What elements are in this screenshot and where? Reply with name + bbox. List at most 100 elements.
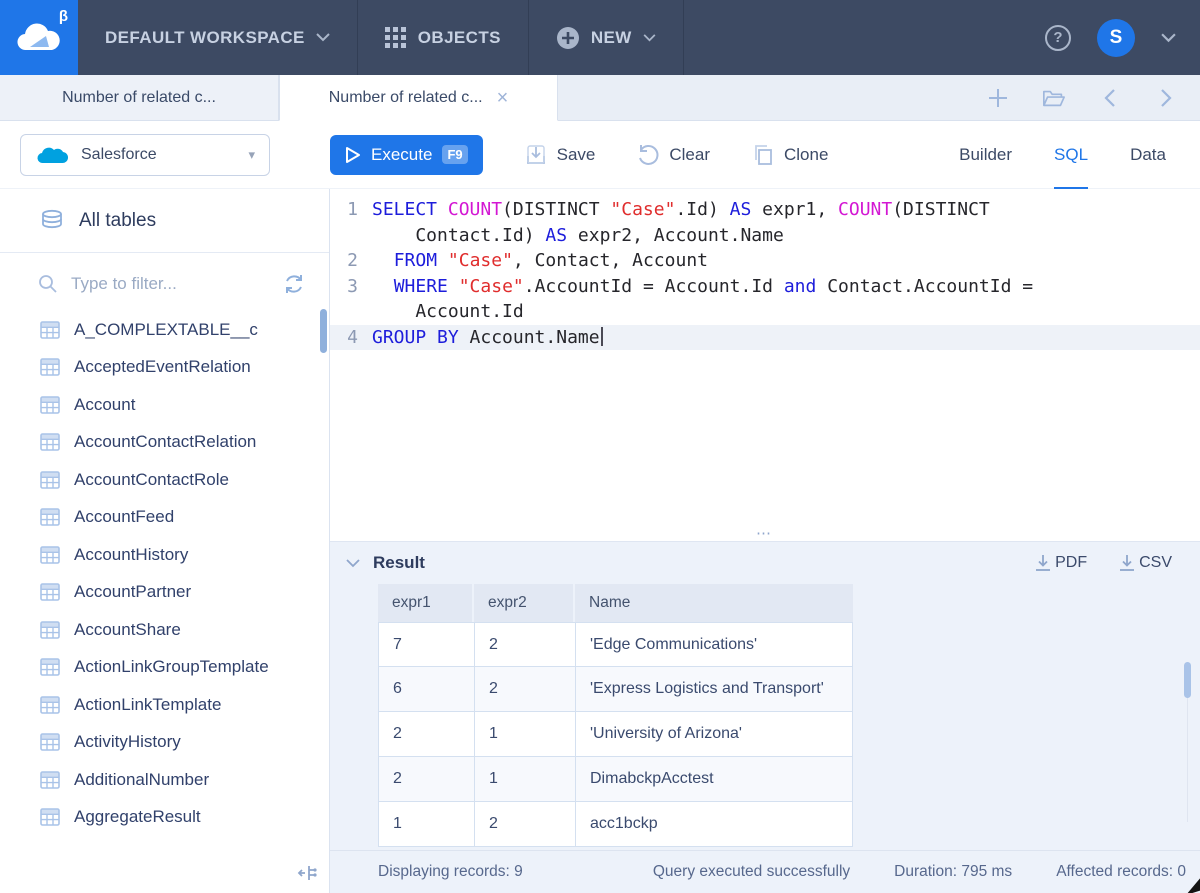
chevron-down-icon: [643, 34, 656, 42]
app-logo[interactable]: β: [0, 0, 78, 75]
result-column-header[interactable]: Name: [575, 584, 853, 622]
result-scrollbar[interactable]: [1184, 662, 1191, 698]
table-list-item[interactable]: AccountContactRelation: [0, 424, 329, 462]
result-row[interactable]: 72'Edge Communications': [378, 622, 853, 667]
close-tab-icon[interactable]: ×: [497, 88, 509, 108]
export-pdf-button[interactable]: PDF: [1033, 553, 1087, 573]
table-list-item[interactable]: AccountHistory: [0, 536, 329, 574]
table-name: ActivityHistory: [74, 732, 181, 752]
result-row[interactable]: 21'University of Arizona': [378, 712, 853, 757]
table-list-item[interactable]: AccountFeed: [0, 499, 329, 537]
tab-label: Number of related c...: [329, 89, 483, 107]
all-tables-header[interactable]: All tables: [0, 189, 329, 253]
new-menu[interactable]: NEW: [529, 0, 683, 75]
status-bar: Displaying records: 9 Query executed suc…: [330, 850, 1200, 893]
result-row[interactable]: 62'Express Logistics and Transport': [378, 667, 853, 712]
line-number: [330, 223, 372, 249]
result-cell: 2: [378, 757, 474, 802]
view-switch: Builder SQL Data: [959, 121, 1200, 189]
objects-menu[interactable]: OBJECTS: [358, 0, 528, 75]
clear-label: Clear: [669, 145, 710, 165]
toolbar: Salesforce ▾ Execute F9 Save Clear Clone…: [0, 121, 1200, 189]
code-line[interactable]: Contact.Id) AS expr2, Account.Name: [330, 223, 1200, 249]
table-list-item[interactable]: Account: [0, 386, 329, 424]
text-cursor: [601, 327, 603, 346]
code-text: Account.Id: [372, 299, 524, 325]
tab-label: Number of related c...: [62, 89, 216, 107]
result-cell: 'Express Logistics and Transport': [575, 667, 853, 712]
result-column-header[interactable]: expr2: [474, 584, 575, 622]
sidebar-scrollbar[interactable]: [320, 309, 327, 353]
table-list-item[interactable]: A_COMPLEXTABLE__c: [0, 311, 329, 349]
clear-button[interactable]: Clear: [637, 144, 710, 166]
table-list-item[interactable]: ActionLinkGroupTemplate: [0, 649, 329, 687]
open-folder-icon[interactable]: [1042, 86, 1066, 110]
code-line[interactable]: 2 FROM "Case", Contact, Account: [330, 248, 1200, 274]
table-icon: [40, 696, 60, 714]
code-line[interactable]: Account.Id: [330, 299, 1200, 325]
table-name: AccountFeed: [74, 507, 174, 527]
displaying-records: Displaying records: 9: [378, 863, 523, 881]
pdf-label: PDF: [1055, 554, 1087, 572]
table-list-item[interactable]: AdditionalNumber: [0, 761, 329, 799]
help-icon[interactable]: ?: [1045, 25, 1071, 51]
filter-input[interactable]: Type to filter...: [71, 274, 177, 294]
execute-shortcut-badge: F9: [442, 145, 467, 164]
panel-resize-handle[interactable]: ⋯: [330, 525, 1200, 541]
new-tab-icon[interactable]: [986, 86, 1010, 110]
result-table: expr1expr2Name 72'Edge Communications'62…: [378, 584, 853, 847]
user-avatar[interactable]: S: [1097, 19, 1135, 57]
tab-builder[interactable]: Builder: [959, 121, 1012, 189]
result-row[interactable]: 21DimabckpAcctest: [378, 757, 853, 802]
code-text: GROUP BY Account.Name: [372, 325, 603, 351]
tab-query-2[interactable]: Number of related c... ×: [279, 75, 558, 121]
table-icon: [40, 733, 60, 751]
table-icon: [40, 771, 60, 789]
code-line[interactable]: 4GROUP BY Account.Name: [330, 325, 1200, 351]
clone-button[interactable]: Clone: [752, 144, 828, 166]
collapse-result-chevron-icon[interactable]: [346, 559, 360, 568]
connector-select[interactable]: Salesforce ▾: [20, 134, 270, 176]
table-list-item[interactable]: AccountPartner: [0, 574, 329, 612]
duration: Duration: 795 ms: [894, 863, 1012, 881]
table-name: AccountPartner: [74, 582, 191, 602]
nav-divider: [683, 0, 684, 75]
result-column-header[interactable]: expr1: [378, 584, 474, 622]
table-list-item[interactable]: ActionLinkTemplate: [0, 686, 329, 724]
execute-label: Execute: [371, 145, 432, 165]
user-menu-chevron-icon[interactable]: [1161, 33, 1176, 43]
next-tab-chevron-icon[interactable]: [1154, 86, 1178, 110]
refresh-icon[interactable]: [283, 273, 305, 295]
table-list-item[interactable]: AccountContactRole: [0, 461, 329, 499]
tab-sql[interactable]: SQL: [1054, 122, 1088, 190]
table-list-item[interactable]: AggregateResult: [0, 799, 329, 837]
workspace-menu[interactable]: DEFAULT WORKSPACE: [78, 0, 357, 75]
play-icon: [345, 146, 361, 164]
tab-data[interactable]: Data: [1130, 121, 1166, 189]
execute-button[interactable]: Execute F9: [330, 135, 483, 175]
new-label: NEW: [591, 28, 632, 48]
table-name: Account: [74, 395, 135, 415]
tab-query-1[interactable]: Number of related c...: [0, 75, 279, 120]
table-icon: [40, 583, 60, 601]
result-cell: 'University of Arizona': [575, 712, 853, 757]
table-list-item[interactable]: AcceptedEventRelation: [0, 349, 329, 387]
table-list-item[interactable]: ActivityHistory: [0, 724, 329, 762]
prev-tab-chevron-icon[interactable]: [1098, 86, 1122, 110]
save-button[interactable]: Save: [525, 144, 596, 166]
result-row[interactable]: 12acc1bckp: [378, 802, 853, 847]
grid-icon: [385, 27, 407, 49]
export-csv-button[interactable]: CSV: [1117, 553, 1172, 573]
code-line[interactable]: 3 WHERE "Case".AccountId = Account.Id an…: [330, 274, 1200, 300]
code-line[interactable]: 1SELECT COUNT(DISTINCT "Case".Id) AS exp…: [330, 197, 1200, 223]
objects-label: OBJECTS: [418, 28, 501, 48]
code-text: FROM "Case", Contact, Account: [372, 248, 708, 274]
save-icon: [525, 144, 547, 166]
drag-dots-icon: ⋯: [756, 524, 774, 542]
table-list-item[interactable]: AccountShare: [0, 611, 329, 649]
search-icon: [38, 274, 58, 294]
collapse-sidebar-icon[interactable]: [297, 863, 317, 883]
table-icon: [40, 433, 60, 451]
connector-name: Salesforce: [81, 146, 157, 164]
sql-editor[interactable]: 1SELECT COUNT(DISTINCT "Case".Id) AS exp…: [330, 189, 1200, 525]
